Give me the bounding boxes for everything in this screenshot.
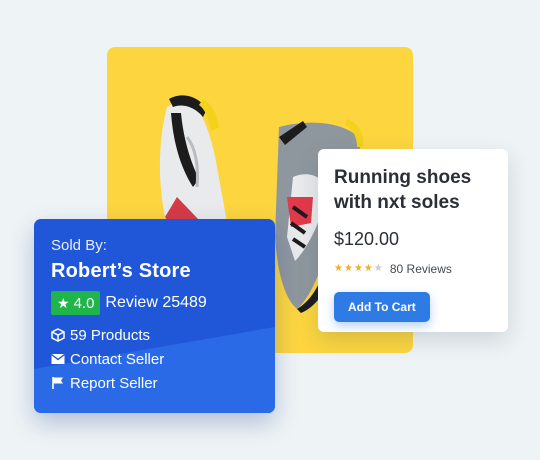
box-icon (51, 328, 65, 342)
contact-seller-label: Contact Seller (70, 350, 165, 368)
star-rating: ★ ★ ★ ★ ★ (334, 263, 384, 275)
star-filled-icon: ★ (334, 263, 343, 274)
star-filled-icon: ★ (363, 263, 373, 274)
contact-seller-link[interactable]: Contact Seller (51, 347, 275, 371)
seller-card: Sold By: Robert’s Store ★ 4.0 Review 254… (34, 219, 275, 413)
envelope-icon (51, 352, 65, 366)
star-filled-icon: ★ (353, 263, 363, 274)
report-seller-label: Report Seller (70, 374, 158, 392)
review-count: Review 25489 (105, 294, 207, 311)
product-card[interactable]: Running shoes with nxt soles $120.00 ★ ★ ★… (318, 149, 508, 332)
sold-by-label: Sold By: (51, 237, 107, 254)
star-icon: ★ (57, 294, 70, 311)
star-empty-icon: ★ (373, 263, 383, 274)
product-price: $120.00 (334, 229, 400, 249)
store-name[interactable]: Robert’s Store (51, 260, 275, 283)
rating-value: 4.0 (73, 294, 95, 312)
rating-badge: ★ 4.0 (51, 291, 101, 315)
products-link[interactable]: 59 Products (51, 323, 275, 347)
star-filled-icon: ★ (343, 263, 353, 274)
products-label: 59 Products (70, 326, 151, 344)
flag-icon (51, 376, 65, 390)
product-title: Running shoes with nxt soles (334, 167, 472, 213)
add-to-cart-button[interactable]: Add To Cart (334, 292, 430, 322)
reviews-count: 80 Reviews (389, 262, 452, 276)
product-rating: ★ ★ ★ ★ ★ 80 Reviews (334, 262, 492, 276)
report-seller-link[interactable]: Report Seller (51, 371, 275, 395)
seller-rating: ★ 4.0 Review 25489 (51, 291, 275, 315)
